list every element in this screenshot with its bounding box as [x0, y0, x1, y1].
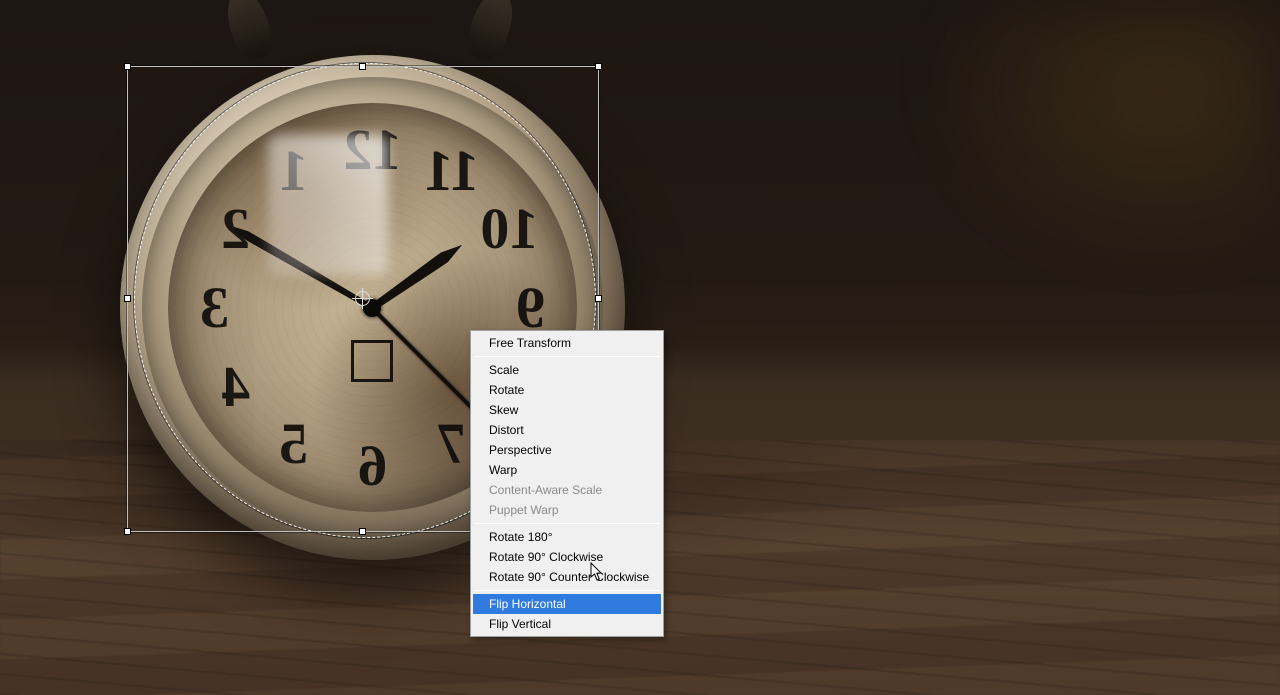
- menu-item-rotate_90_cw[interactable]: Rotate 90° Clockwise: [473, 547, 661, 567]
- menu-item-free_transform[interactable]: Free Transform: [473, 333, 661, 353]
- menu-item-rotate_90_ccw[interactable]: Rotate 90° Counter Clockwise: [473, 567, 661, 587]
- clock-numeral-6: 6: [343, 436, 403, 496]
- menu-separator: [474, 590, 660, 591]
- clock-numeral-10: 10: [479, 199, 539, 259]
- clock-center: [364, 299, 382, 317]
- menu-item-skew[interactable]: Skew: [473, 400, 661, 420]
- menu-item-rotate_180[interactable]: Rotate 180°: [473, 527, 661, 547]
- clock-numeral-9: 9: [501, 278, 561, 338]
- clock-numeral-5: 5: [264, 414, 324, 474]
- menu-item-rotate[interactable]: Rotate: [473, 380, 661, 400]
- clock-numeral-2: 2: [206, 199, 266, 259]
- menu-item-content_aware_scale: Content-Aware Scale: [473, 480, 661, 500]
- clock-hour-hand: [369, 239, 466, 312]
- menu-separator: [474, 523, 660, 524]
- clock-numeral-3: 3: [185, 278, 245, 338]
- clock-numeral-1: 1: [264, 141, 324, 201]
- clock-numeral-4: 4: [206, 357, 266, 417]
- menu-item-flip_vertical[interactable]: Flip Vertical: [473, 614, 661, 634]
- menu-item-distort[interactable]: Distort: [473, 420, 661, 440]
- menu-item-flip_horizontal[interactable]: Flip Horizontal: [473, 594, 661, 614]
- clock-subdial: [352, 340, 394, 382]
- menu-item-warp[interactable]: Warp: [473, 460, 661, 480]
- menu-item-perspective[interactable]: Perspective: [473, 440, 661, 460]
- menu-item-puppet_warp: Puppet Warp: [473, 500, 661, 520]
- clock-numeral-12: 12: [343, 120, 403, 180]
- menu-item-scale[interactable]: Scale: [473, 360, 661, 380]
- transform-context-menu[interactable]: Free Transform ScaleRotateSkewDistortPers…: [470, 330, 664, 637]
- clock-numeral-11: 11: [422, 141, 482, 201]
- menu-separator: [474, 356, 660, 357]
- clock-minute-hand: [227, 221, 374, 311]
